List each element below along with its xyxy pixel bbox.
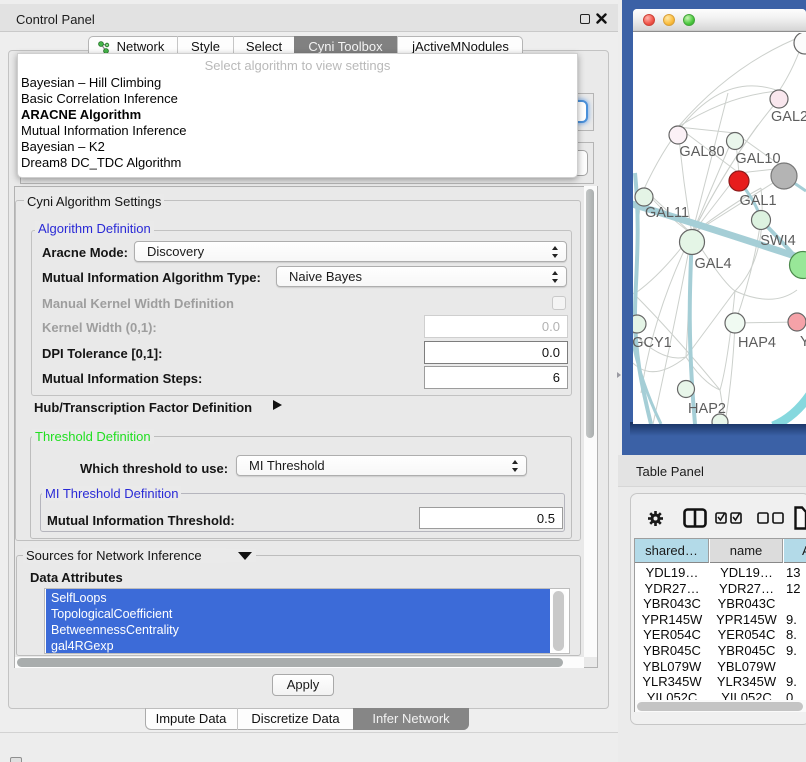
svg-text:GAL10: GAL10 [735, 151, 780, 167]
svg-text:GAL2: GAL2 [771, 109, 806, 125]
svg-text:Y: Y [800, 334, 806, 350]
svg-text:GAL11: GAL11 [645, 205, 689, 221]
svg-text:SWI4: SWI4 [760, 233, 795, 249]
svg-text:GAL1: GAL1 [739, 193, 776, 209]
svg-text:HAP4: HAP4 [738, 335, 776, 351]
svg-text:GAL4: GAL4 [694, 256, 731, 272]
svg-text:GCY1: GCY1 [633, 335, 672, 351]
svg-text:HAP2: HAP2 [688, 401, 726, 417]
svg-text:GAL80: GAL80 [679, 144, 724, 160]
